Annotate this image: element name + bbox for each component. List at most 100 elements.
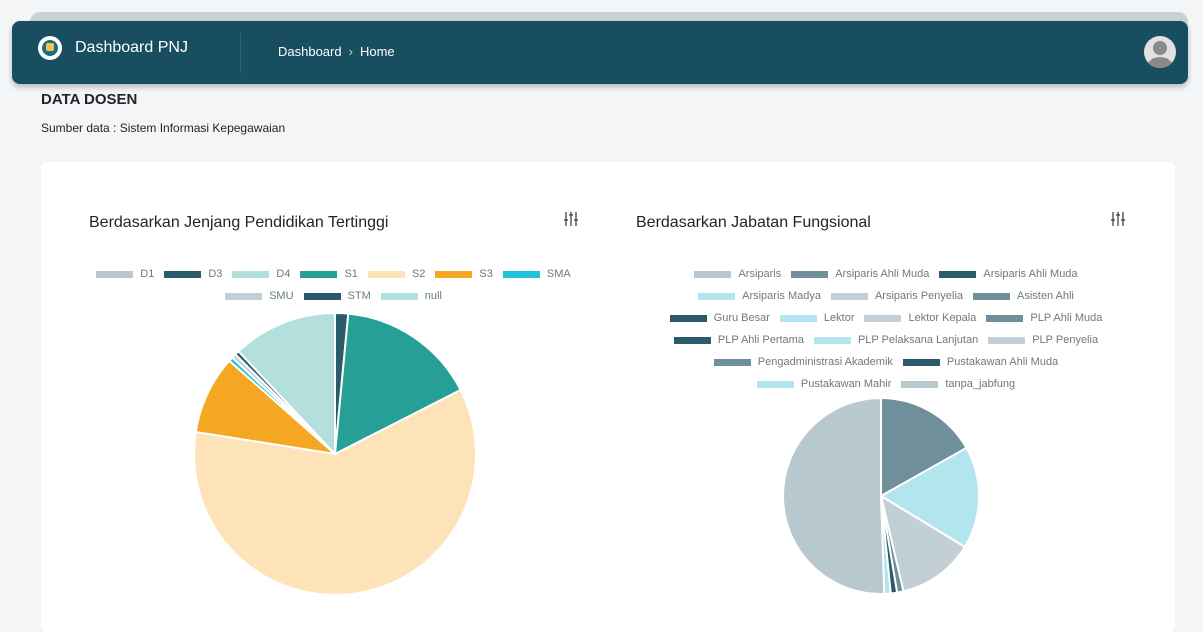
brand[interactable]: Dashboard PNJ — [38, 36, 188, 60]
legend-item-arsiparis-ahli-muda[interactable]: Arsiparis Ahli Muda — [939, 268, 1078, 281]
legend-label: Arsiparis — [738, 268, 782, 280]
chart-title-pendidikan: Berdasarkan Jenjang Pendidikan Tertinggi — [89, 214, 389, 231]
page-title: DATA DOSEN — [41, 91, 138, 108]
chart-title-jabatan: Berdasarkan Jabatan Fungsional — [636, 214, 871, 231]
legend-swatch — [673, 337, 711, 344]
app-title: Dashboard PNJ — [75, 39, 188, 56]
navbar-divider — [240, 33, 241, 73]
legend-item-plp-penyelia[interactable]: PLP Penyelia — [988, 334, 1098, 347]
legend-item-s1[interactable]: S1 — [300, 268, 358, 281]
legend-item-arsiparis-penyelia[interactable]: Arsiparis Penyelia — [830, 290, 964, 303]
legend-item-s2[interactable]: S2 — [367, 268, 426, 281]
legend-label: STM — [347, 290, 371, 302]
legend-item-stm[interactable]: STM — [303, 290, 371, 303]
legend-item-s3[interactable]: S3 — [435, 268, 493, 281]
legend-swatch — [698, 293, 736, 300]
legend-swatch — [791, 271, 829, 278]
legend-item-smu[interactable]: SMU — [225, 290, 294, 303]
breadcrumb: Dashboard › Home — [278, 44, 395, 59]
legend-swatch — [988, 337, 1026, 344]
legend-swatch — [694, 271, 732, 278]
legend-swatch — [225, 293, 263, 300]
legend-swatch — [902, 359, 940, 366]
user-avatar-icon[interactable] — [1144, 36, 1176, 68]
legend-swatch — [232, 271, 270, 278]
legend-item-null[interactable]: null — [380, 290, 442, 303]
legend-label: tanpa_jabfung — [945, 378, 1016, 390]
legend-label: Lektor Kepala — [908, 312, 977, 324]
legend-label: Lektor — [823, 312, 855, 324]
legend-item-lektor-kepala[interactable]: Lektor Kepala — [864, 312, 976, 325]
pie-chart-pendidikan — [193, 311, 477, 596]
legend-item-pengadministrasi-akademik[interactable]: Pengadministrasi Akademik — [713, 356, 893, 369]
legend-swatch — [986, 315, 1024, 322]
legend-swatch — [502, 271, 540, 278]
legend-label: SMA — [546, 268, 571, 280]
sliders-icon[interactable] — [563, 211, 579, 227]
breadcrumb-dashboard[interactable]: Dashboard — [278, 44, 342, 59]
legend-item-plp-ahli-muda[interactable]: PLP Ahli Muda — [986, 312, 1102, 325]
legend-label: S2 — [411, 268, 426, 280]
legend-label: Pustakawan Ahli Muda — [946, 356, 1059, 368]
legend-pendidikan: D1 D3 D4 S1 S2 S3 SMA SMU STM null — [91, 268, 576, 303]
legend-swatch — [939, 271, 977, 278]
legend-jabatan: Arsiparis Arsiparis Ahli Muda Arsiparis Ah… — [641, 268, 1131, 391]
legend-label: S1 — [344, 268, 358, 280]
legend-item-asisten-ahli[interactable]: Asisten Ahli — [973, 290, 1074, 303]
pie-chart-jabatan — [782, 396, 980, 595]
legend-swatch — [813, 337, 851, 344]
legend-label: PLP Pelaksana Lanjutan — [857, 334, 979, 346]
legend-item-arsiparis-ahli-muda[interactable]: Arsiparis Ahli Muda — [791, 268, 929, 281]
legend-label: D3 — [208, 268, 223, 280]
legend-swatch — [864, 315, 902, 322]
legend-label: D4 — [276, 268, 291, 280]
legend-swatch — [973, 293, 1011, 300]
legend-item-pustakawan-mahir[interactable]: Pustakawan Mahir — [756, 378, 892, 391]
legend-label: PLP Ahli Pertama — [717, 334, 804, 346]
legend-swatch — [901, 381, 939, 388]
legend-item-plp-pelaksana-lanjutan[interactable]: PLP Pelaksana Lanjutan — [813, 334, 979, 347]
legend-swatch — [380, 293, 418, 300]
legend-item-arsiparis-madya[interactable]: Arsiparis Madya — [698, 290, 821, 303]
legend-label: Arsiparis Madya — [742, 290, 821, 302]
legend-item-pustakawan-ahli-muda[interactable]: Pustakawan Ahli Muda — [902, 356, 1059, 369]
legend-swatch — [779, 315, 817, 322]
legend-label: SMU — [269, 290, 294, 302]
legend-item-tanpa-jabfung[interactable]: tanpa_jabfung — [901, 378, 1015, 391]
legend-item-plp-ahli-pertama[interactable]: PLP Ahli Pertama — [673, 334, 804, 347]
chevron-right-icon: › — [348, 44, 353, 59]
legend-label: D1 — [140, 268, 155, 280]
navbar: Dashboard PNJ Dashboard › Home — [12, 21, 1188, 84]
legend-item-d1[interactable]: D1 — [96, 268, 154, 281]
breadcrumb-home: Home — [359, 44, 395, 59]
legend-swatch — [367, 271, 405, 278]
charts-card: Berdasarkan Jenjang Pendidikan Tertinggi… — [41, 162, 1175, 632]
legend-label: Asisten Ahli — [1017, 290, 1074, 302]
legend-item-lektor[interactable]: Lektor — [779, 312, 855, 325]
legend-label: Arsiparis Ahli Muda — [983, 268, 1078, 280]
pie-slice-tanpa-jabfung[interactable] — [782, 396, 886, 595]
legend-label: Arsiparis Penyelia — [874, 290, 964, 302]
legend-item-sma[interactable]: SMA — [502, 268, 571, 281]
legend-label: Arsiparis Ahli Muda — [835, 268, 930, 280]
sliders-icon[interactable] — [1110, 211, 1126, 227]
pnj-logo-icon — [38, 36, 62, 60]
legend-swatch — [669, 315, 707, 322]
legend-swatch — [435, 271, 473, 278]
legend-swatch — [164, 271, 202, 278]
legend-swatch — [713, 359, 751, 366]
legend-label: S3 — [479, 268, 493, 280]
legend-swatch — [303, 293, 341, 300]
legend-label: Guru Besar — [713, 312, 770, 324]
legend-item-d4[interactable]: D4 — [232, 268, 290, 281]
legend-label: Pengadministrasi Akademik — [757, 356, 893, 368]
legend-label: PLP Ahli Muda — [1030, 312, 1103, 324]
legend-swatch — [96, 271, 134, 278]
legend-item-arsiparis[interactable]: Arsiparis — [694, 268, 781, 281]
legend-item-d3[interactable]: D3 — [164, 268, 222, 281]
legend-swatch — [756, 381, 794, 388]
legend-label: Pustakawan Mahir — [800, 378, 892, 390]
legend-item-guru-besar[interactable]: Guru Besar — [669, 312, 770, 325]
legend-swatch — [300, 271, 338, 278]
legend-label: null — [424, 290, 442, 302]
